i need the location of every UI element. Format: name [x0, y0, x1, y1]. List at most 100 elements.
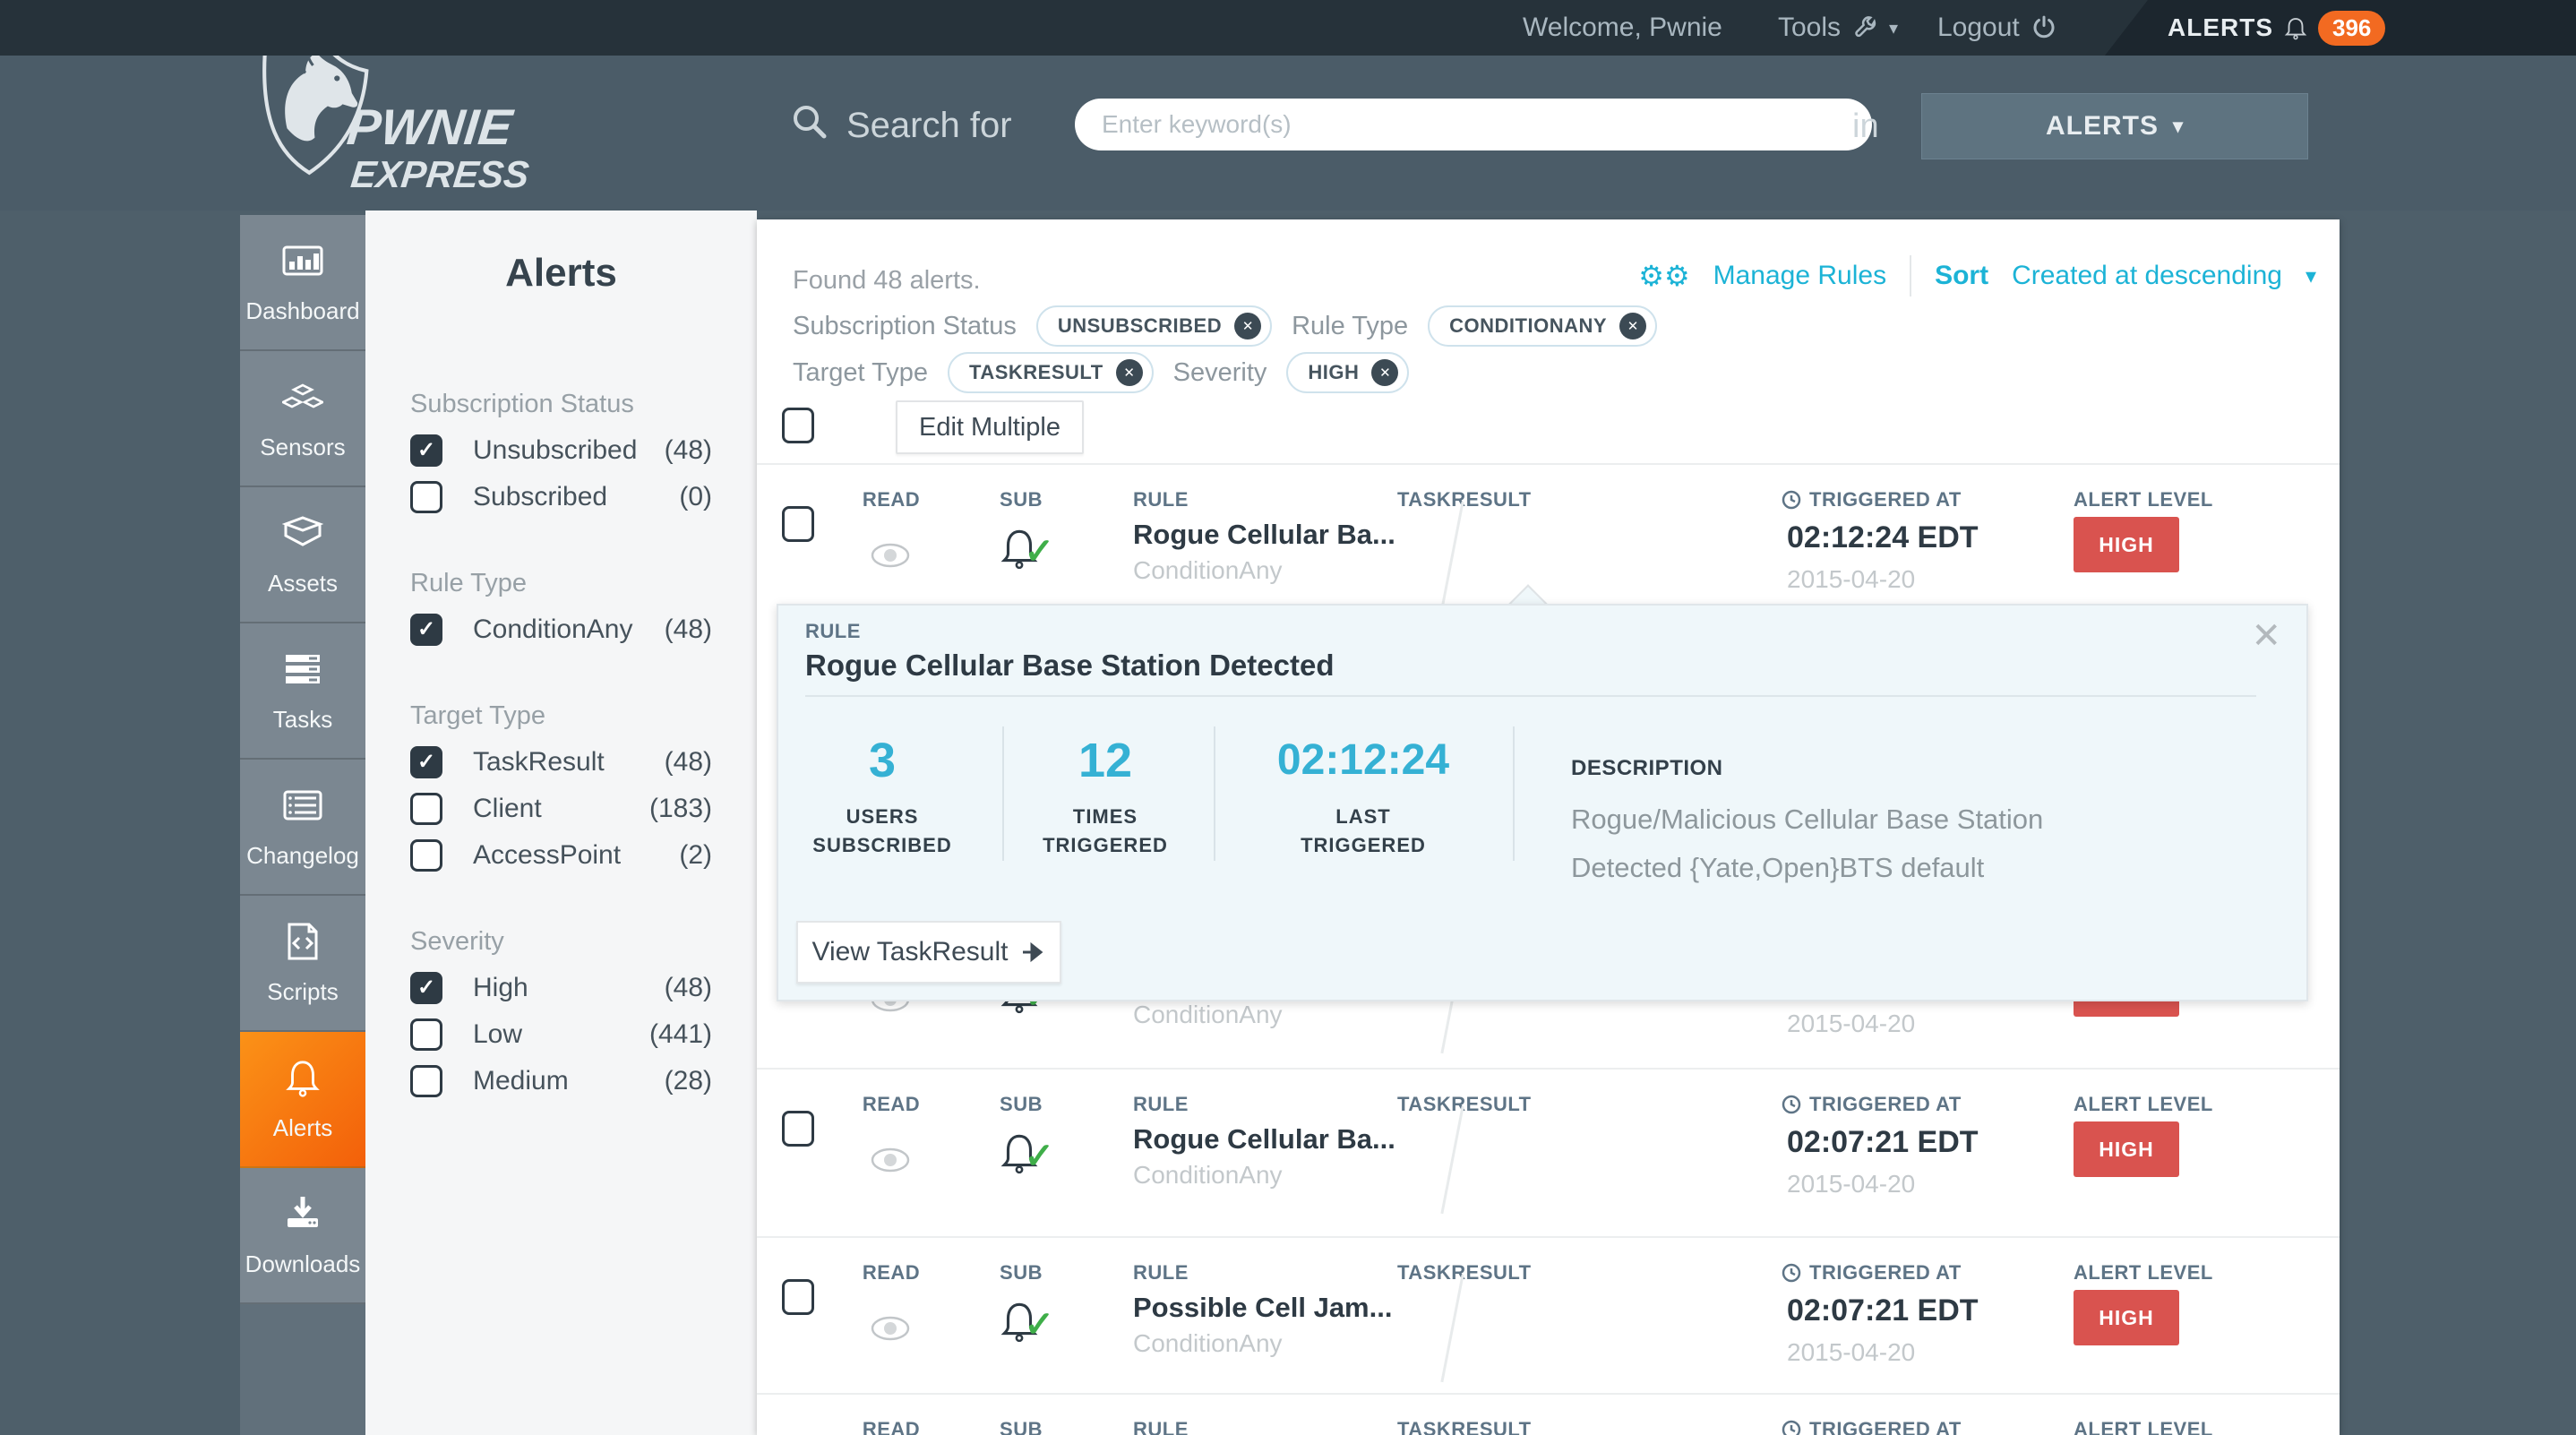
filter-group-title-subscription-status: Subscription Status	[410, 390, 634, 418]
changelog-list-icon	[283, 790, 322, 821]
filter-item-client[interactable]: Client (183)	[410, 793, 712, 825]
subscribe-bell-icon[interactable]: ✓	[997, 1297, 1054, 1347]
filter-group-title-severity: Severity	[410, 927, 504, 956]
filter-item-unsubscribed[interactable]: Unsubscribed (48)	[410, 434, 712, 467]
row-checkbox[interactable]	[782, 1279, 814, 1315]
col-header-triggered-at: TRIGGERED AT	[1781, 1418, 1962, 1435]
col-header-sub: SUB	[1000, 1093, 1043, 1115]
checkbox-unsubscribed[interactable]	[410, 434, 442, 467]
search-scope-dropdown[interactable]: ALERTS ▾	[1921, 93, 2308, 159]
power-icon	[2033, 15, 2055, 39]
remove-chip-icon[interactable]: ✕	[1234, 313, 1262, 339]
filter-label: AccessPoint	[473, 840, 622, 870]
checkbox-conditionany[interactable]	[410, 614, 442, 646]
filter-item-medium[interactable]: Medium (28)	[410, 1065, 712, 1097]
sidebar-item-dashboard[interactable]: Dashboard	[240, 215, 365, 351]
sidebar-item-changelog[interactable]: Changelog	[240, 760, 365, 896]
logout-button[interactable]: Logout	[1937, 0, 2057, 56]
filter-group-title-target-type: Target Type	[410, 701, 546, 730]
filter-chip-unsubscribed: UNSUBSCRIBED ✕	[1035, 305, 1273, 347]
col-header-triggered-at: TRIGGERED AT	[1781, 1093, 1962, 1116]
filter-chip-conditionany: CONDITIONANY ✕	[1428, 305, 1658, 347]
triggered-date: 2015-04-20	[1787, 1170, 1916, 1198]
filter-item-taskresult[interactable]: TaskResult (48)	[410, 746, 712, 778]
rule-detail-popup: RULE Rogue Cellular Base Station Detecte…	[777, 604, 2308, 1001]
popup-rule-title: Rogue Cellular Base Station Detected	[805, 649, 1335, 682]
subscribe-bell-icon[interactable]: ✓	[997, 1129, 1054, 1179]
description-label: DESCRIPTION	[1571, 756, 1723, 780]
rule-title-link[interactable]: Rogue Cellular Ba...	[1133, 519, 1395, 551]
sidebar-item-scripts[interactable]: Scripts	[240, 896, 365, 1032]
filter-count: (28)	[664, 1066, 712, 1096]
triggered-date: 2015-04-20	[1787, 1010, 1916, 1037]
col-header-read: READ	[862, 488, 921, 511]
box-icon	[282, 516, 323, 546]
top-bar: Welcome, Pwnie Tools ▾ Logout ALERTS 396	[0, 0, 2576, 56]
sidebar-item-sensors[interactable]: Sensors	[240, 351, 365, 487]
stat-label: LAST	[1335, 805, 1391, 828]
chip-value: CONDITIONANY	[1449, 314, 1608, 337]
sidebar-item-alerts[interactable]: Alerts	[240, 1032, 365, 1168]
view-taskresult-button[interactable]: View TaskResult	[796, 921, 1061, 984]
remove-chip-icon[interactable]: ✕	[1115, 359, 1143, 386]
sort-dropdown[interactable]: Created at descending	[2012, 261, 2282, 291]
filter-label: High	[473, 973, 528, 1002]
stat-label: USERS	[846, 805, 919, 828]
row-checkbox[interactable]	[782, 506, 814, 542]
chevron-down-icon[interactable]: ▾	[2306, 263, 2316, 289]
filter-item-conditionany[interactable]: ConditionAny (48)	[410, 614, 712, 646]
gears-icon: ⚙⚙	[1638, 260, 1690, 292]
checkbox-taskresult[interactable]	[410, 746, 442, 778]
col-header-sub: SUB	[1000, 1261, 1043, 1284]
checkbox-medium[interactable]	[410, 1065, 442, 1097]
sidebar-item-label: Assets	[267, 570, 339, 597]
tools-menu[interactable]: Tools ▾	[1778, 0, 1898, 56]
col-header-rule: RULE	[1133, 1261, 1189, 1284]
sidebar-item-label: Changelog	[246, 842, 359, 869]
alerts-count-badge: 396	[2318, 10, 2386, 46]
checkbox-subscribed[interactable]	[410, 481, 442, 513]
col-header-label: TRIGGERED AT	[1809, 488, 1962, 511]
rule-subtitle: ConditionAny	[1133, 1329, 1283, 1357]
close-icon[interactable]: ✕	[2251, 618, 2281, 654]
sidebar-item-tasks[interactable]: Tasks	[240, 623, 365, 760]
filter-label: Unsubscribed	[473, 435, 638, 465]
filter-item-subscribed[interactable]: Subscribed (0)	[410, 481, 712, 513]
stat-value: 3	[868, 734, 897, 787]
stat-times-triggered: 12 TIMES TRIGGERED	[1016, 733, 1195, 860]
alert-row: READ SUB RULE TASKRESULT TRIGGERED AT AL…	[757, 1393, 2340, 1435]
filter-item-low[interactable]: Low (441)	[410, 1018, 712, 1051]
header-divider	[788, 240, 2329, 242]
filter-item-accesspoint[interactable]: AccessPoint (2)	[410, 839, 712, 872]
checkbox-high[interactable]	[410, 972, 442, 1004]
search-input[interactable]	[1075, 99, 1872, 150]
remove-chip-icon[interactable]: ✕	[1619, 313, 1647, 339]
select-all-checkbox[interactable]	[782, 408, 814, 443]
subscribe-bell-icon[interactable]: ✓	[997, 524, 1054, 574]
rule-title-link[interactable]: Rogue Cellular Ba...	[1133, 1123, 1395, 1156]
eye-read-icon[interactable]	[870, 542, 911, 569]
edit-multiple-button[interactable]: Edit Multiple	[896, 400, 1084, 454]
col-header-taskresult: TASKRESULT	[1397, 1261, 1532, 1284]
sidebar-item-downloads[interactable]: Downloads	[240, 1168, 365, 1304]
remove-chip-icon[interactable]: ✕	[1371, 359, 1399, 386]
rule-title-link[interactable]: Possible Cell Jam...	[1133, 1292, 1392, 1324]
alert-level-badge: HIGH	[2074, 517, 2179, 572]
alerts-counter[interactable]: ALERTS 396	[2168, 0, 2386, 56]
sidebar-item-label: Scripts	[267, 978, 339, 1005]
row-checkbox[interactable]	[782, 1111, 814, 1147]
checkbox-client[interactable]	[410, 793, 442, 825]
alerts-results-card: Found 48 alerts. ⚙⚙ Manage Rules Sort Cr…	[757, 219, 2340, 1435]
eye-read-icon[interactable]	[870, 1147, 911, 1173]
code-file-icon	[288, 923, 318, 960]
taskresult-slash	[1440, 501, 1464, 610]
checkbox-low[interactable]	[410, 1018, 442, 1051]
bell-icon	[286, 1061, 320, 1097]
col-header-read: READ	[862, 1418, 921, 1435]
clock-icon	[1782, 1420, 1801, 1435]
sidebar-item-assets[interactable]: Assets	[240, 487, 365, 623]
filter-item-high[interactable]: High (48)	[410, 972, 712, 1004]
eye-read-icon[interactable]	[870, 1315, 911, 1342]
checkbox-accesspoint[interactable]	[410, 839, 442, 872]
manage-rules-link[interactable]: Manage Rules	[1713, 261, 1886, 291]
